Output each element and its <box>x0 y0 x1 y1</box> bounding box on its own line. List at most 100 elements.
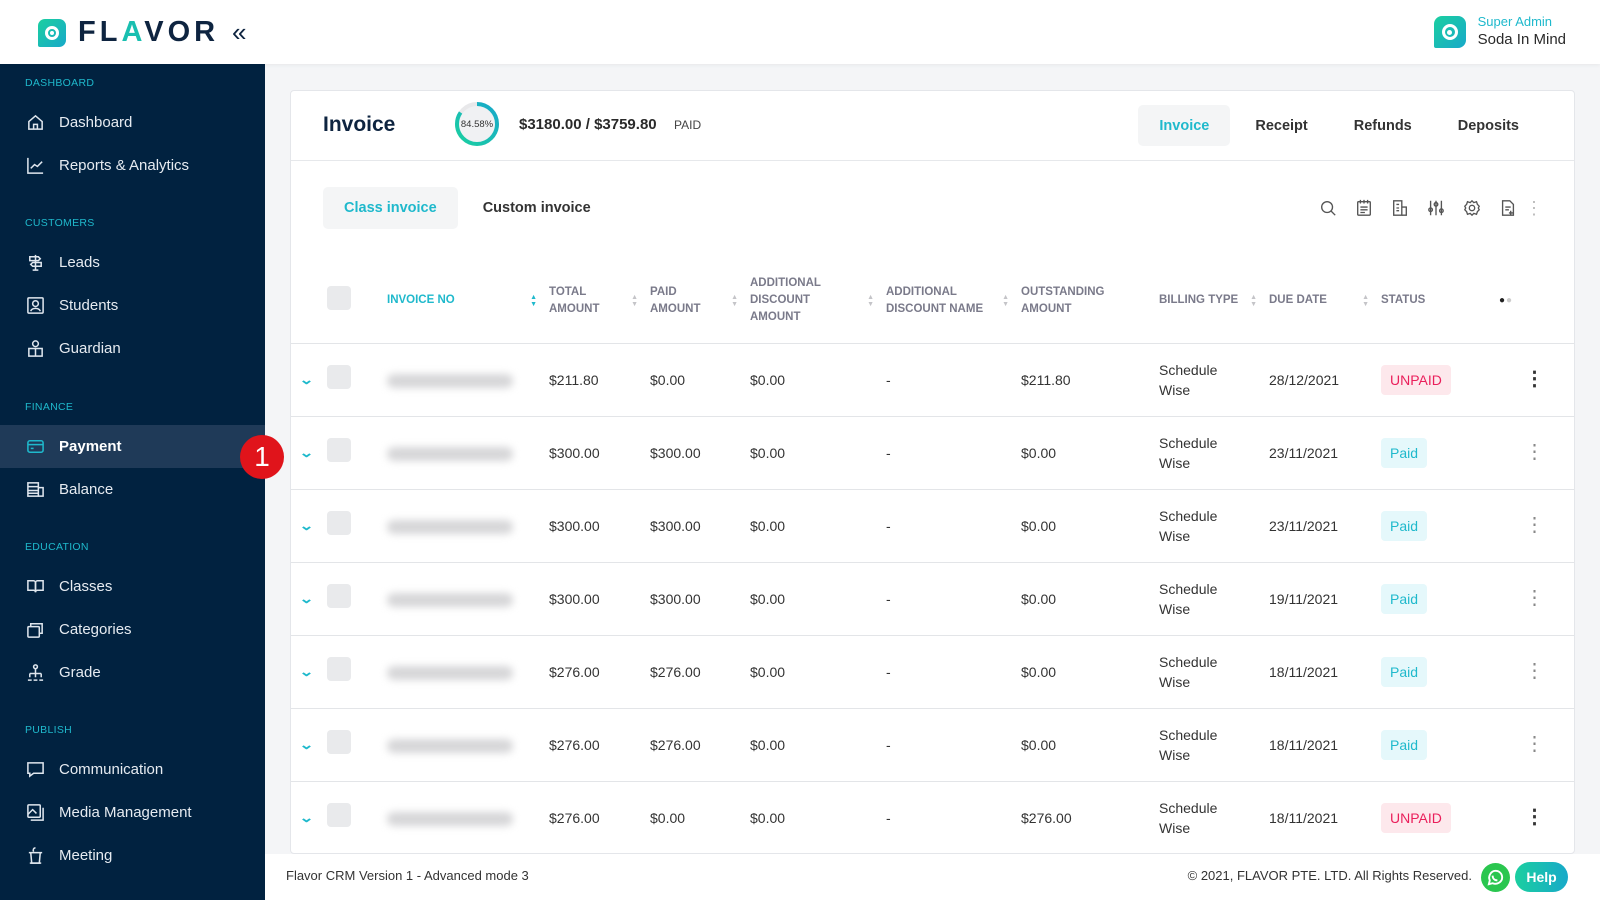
row-actions-icon[interactable]: ⋮ <box>1525 733 1545 755</box>
sort-icon[interactable]: ▲ ▼ <box>530 294 537 308</box>
sidebar-item-communication[interactable]: Communication <box>0 748 265 791</box>
due-date: 23/11/2021 <box>1263 488 1375 562</box>
sort-icon[interactable]: ▲ ▼ <box>731 294 738 308</box>
column-additional-discount-amount[interactable]: ADDITIONAL DISCOUNT AMOUNT ▲ ▼ <box>744 259 880 343</box>
column-outstanding-amount[interactable]: OUTSTANDING AMOUNT <box>1015 259 1153 343</box>
gear-icon[interactable] <box>1454 197 1490 219</box>
invoice-no-redacted[interactable] <box>387 447 513 461</box>
additional-discount-name: - <box>880 780 1015 853</box>
row-checkbox[interactable] <box>327 511 351 535</box>
search-icon[interactable] <box>1310 197 1346 219</box>
collapse-sidebar-icon[interactable]: « <box>232 18 247 46</box>
paid-amount: $0.00 <box>644 780 744 853</box>
invoice-no-redacted[interactable] <box>387 739 513 753</box>
table-row[interactable]: ⌄ $276.00 $0.00 $0.00- $276.00 Schedule Wise 18… <box>291 780 1574 853</box>
table-row[interactable]: ⌄ $276.00 $276.00 $0.00- $0.00 Schedule Wise 18… <box>291 707 1574 781</box>
sort-icon[interactable]: ▲ ▼ <box>631 294 638 308</box>
expand-row-icon[interactable]: ⌄ <box>298 662 313 682</box>
select-all-checkbox[interactable] <box>327 285 351 310</box>
table-row[interactable]: ⌄ $300.00 $300.00 $0.00- $0.00 Schedule Wise 23… <box>291 488 1574 562</box>
invoice-no-redacted[interactable] <box>387 812 513 827</box>
tab-receipt[interactable]: Receipt <box>1234 105 1328 146</box>
expand-row-icon[interactable]: ⌄ <box>298 808 313 828</box>
column-status[interactable]: STATUS <box>1375 259 1493 343</box>
user-profile[interactable]: Super Admin Soda In Mind <box>1433 14 1566 50</box>
sidebar-item-leads[interactable]: Leads <box>0 241 265 284</box>
sidebar-item-meeting[interactable]: Meeting <box>0 834 265 877</box>
column-total-amount[interactable]: TOTAL AMOUNT ▲ ▼ <box>543 259 644 343</box>
row-checkbox[interactable] <box>327 584 351 608</box>
paid-amount: $0.00 <box>644 342 744 416</box>
sidebar-item-label: Communication <box>59 761 164 778</box>
calendar-icon[interactable] <box>1346 197 1382 219</box>
sidebar-item-categories[interactable]: Categories <box>0 608 265 651</box>
expand-row-icon[interactable]: ⌄ <box>298 516 313 536</box>
total-amount: $276.00 <box>543 707 644 781</box>
row-actions-icon[interactable]: ⋮ <box>1525 441 1545 463</box>
stack-icon <box>25 620 45 640</box>
more-vertical-icon[interactable]: ⋮ <box>1525 197 1543 219</box>
tab-refunds[interactable]: Refunds <box>1333 105 1433 146</box>
column-settings[interactable]: ●● <box>1493 259 1574 343</box>
invoice-no-redacted[interactable] <box>387 520 513 534</box>
export-file-icon[interactable] <box>1490 197 1526 219</box>
sidebar-item-payment[interactable]: Payment <box>0 425 265 468</box>
tab-invoice[interactable]: Invoice <box>1138 105 1231 146</box>
sidebar-item-students[interactable]: Students <box>0 284 265 327</box>
row-actions-icon[interactable]: ⋮ <box>1525 587 1545 609</box>
sort-icon[interactable]: ▲ ▼ <box>1002 294 1009 308</box>
row-checkbox[interactable] <box>327 730 351 754</box>
invoice-no-redacted[interactable] <box>387 374 513 388</box>
row-checkbox[interactable] <box>327 803 351 828</box>
expand-row-icon[interactable]: ⌄ <box>298 735 313 755</box>
billing-type: Schedule Wise <box>1153 415 1263 489</box>
total-amount: $300.00 <box>543 488 644 562</box>
expand-row-icon[interactable]: ⌄ <box>298 589 313 609</box>
table-row[interactable]: ⌄ $300.00 $300.00 $0.00- $0.00 Schedule Wise 23… <box>291 415 1574 489</box>
due-date: 18/11/2021 <box>1263 707 1375 781</box>
additional-discount-name: - <box>880 707 1015 781</box>
sort-icon[interactable]: ▲ ▼ <box>1362 294 1369 308</box>
tab-deposits[interactable]: Deposits <box>1437 105 1540 146</box>
invoice-no-redacted[interactable] <box>387 593 513 607</box>
invoice-no-redacted[interactable] <box>387 666 513 680</box>
sort-icon[interactable]: ▲ ▼ <box>1250 294 1257 308</box>
help-button[interactable]: Help <box>1515 862 1568 892</box>
hierarchy-icon <box>25 663 45 683</box>
filter-sliders-icon[interactable] <box>1418 197 1454 219</box>
sidebar-item-reports-analytics[interactable]: Reports & Analytics <box>0 144 265 187</box>
flavor-logo[interactable]: FLAVOR <box>38 16 219 49</box>
table-row[interactable]: ⌄ $276.00 $276.00 $0.00- $0.00 Schedule Wise 18… <box>291 634 1574 708</box>
sidebar-item-media-management[interactable]: Media Management <box>0 791 265 834</box>
sidebar-item-balance[interactable]: Balance <box>0 468 265 511</box>
expand-row-icon[interactable]: ⌄ <box>298 370 313 390</box>
tab-custom-invoice[interactable]: Custom invoice <box>462 187 612 229</box>
expand-row-icon[interactable]: ⌄ <box>298 443 313 463</box>
sidebar-item-dashboard[interactable]: Dashboard <box>0 101 265 144</box>
table-row[interactable]: ⌄ $300.00 $300.00 $0.00- $0.00 Schedule Wise 19… <box>291 561 1574 635</box>
sidebar-item-classes[interactable]: Classes <box>0 565 265 608</box>
row-checkbox[interactable] <box>327 657 351 681</box>
whatsapp-icon[interactable] <box>1481 863 1510 892</box>
table-row[interactable]: ⌄ $211.80 $0.00 $0.00- $211.80 Schedule Wise 28… <box>291 342 1574 416</box>
column-paid-amount[interactable]: PAID AMOUNT ▲ ▼ <box>644 259 744 343</box>
logo-text: FLAVOR <box>78 16 220 48</box>
sidebar-item-grade[interactable]: Grade <box>0 651 265 694</box>
row-actions-icon[interactable]: ⋮ <box>1525 660 1545 682</box>
additional-discount-amount: $0.00 <box>744 342 880 416</box>
sort-icon[interactable]: ▲ ▼ <box>867 294 874 308</box>
column-invoice-no[interactable]: INVOICE NO ▲ ▼ <box>381 259 543 343</box>
row-checkbox[interactable] <box>327 365 351 389</box>
row-actions-icon[interactable]: ⋮ <box>1525 514 1545 536</box>
column-due-date[interactable]: DUE DATE ▲ ▼ <box>1263 259 1375 343</box>
report-icon[interactable] <box>1382 197 1418 219</box>
tab-class-invoice[interactable]: Class invoice <box>323 187 458 229</box>
sidebar-item-guardian[interactable]: Guardian <box>0 327 265 370</box>
column-additional-discount-name[interactable]: ADDITIONAL DISCOUNT NAME ▲ ▼ <box>880 259 1015 343</box>
row-actions-icon[interactable]: ⋮ <box>1525 368 1545 390</box>
home-icon <box>25 113 45 133</box>
column-billing-type[interactable]: BILLING TYPE ▲ ▼ <box>1153 259 1263 343</box>
row-actions-icon[interactable]: ⋮ <box>1525 806 1545 828</box>
row-checkbox[interactable] <box>327 438 351 462</box>
column-toggle-icon[interactable]: ●● <box>1499 295 1513 306</box>
